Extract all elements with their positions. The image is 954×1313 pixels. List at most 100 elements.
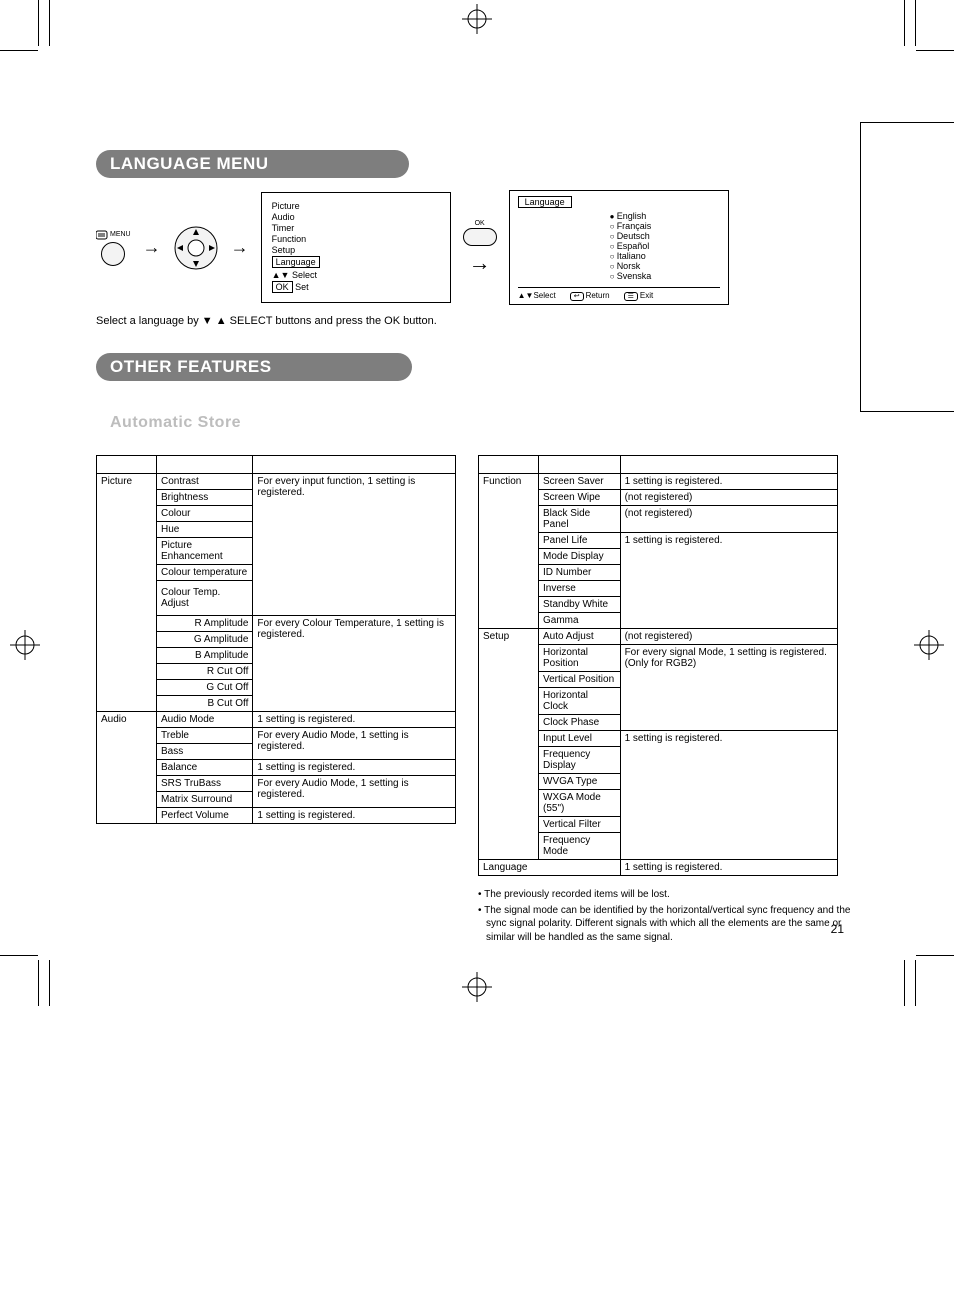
setting-name: Contrast xyxy=(157,474,253,490)
setting-note: 1 setting is registered. xyxy=(253,808,456,824)
osd-language-option: Norsk xyxy=(610,261,720,271)
section-header-language-menu: LANGUAGE MENU xyxy=(96,150,858,178)
setting-name: Frequency Mode xyxy=(539,833,621,860)
crop-mark xyxy=(904,0,916,46)
setting-name: Frequency Display xyxy=(539,747,621,774)
setting-name: Panel Life xyxy=(539,533,621,549)
setting-note: For every Colour Temperature, 1 setting … xyxy=(253,616,456,712)
setting-name: Gamma xyxy=(539,613,621,629)
osd-language-option: Deutsch xyxy=(610,231,720,241)
setting-name: Vertical Filter xyxy=(539,817,621,833)
setting-note: 1 setting is registered. xyxy=(620,860,837,876)
footnote-text: The previously recorded items will be lo… xyxy=(484,889,670,900)
setting-name: Clock Phase xyxy=(539,715,621,731)
footnote: • The signal mode can be identified by t… xyxy=(478,904,858,945)
setting-note: For every Audio Mode, 1 setting is regis… xyxy=(253,728,456,760)
osd-language-option: Español xyxy=(610,241,720,251)
section-title: LANGUAGE MENU xyxy=(110,154,269,173)
category-cell: Setup xyxy=(479,629,539,860)
setting-name: Inverse xyxy=(539,581,621,597)
crop-mark xyxy=(0,50,38,51)
setting-name: Standby White xyxy=(539,597,621,613)
setting-name: Horizontal Position xyxy=(539,645,621,672)
setting-note: (not registered) xyxy=(620,506,837,533)
setting-name: Matrix Surround xyxy=(157,792,253,808)
section-title: OTHER FEATURES xyxy=(110,357,272,376)
osd-language-options: English Français Deutsch Español Italian… xyxy=(610,211,720,281)
osd-main-menu: Picture Audio Timer Function Setup Langu… xyxy=(261,192,451,303)
osd-item: Timer xyxy=(272,223,440,233)
setting-note: 1 setting is registered. xyxy=(620,474,837,490)
setting-name: WVGA Type xyxy=(539,774,621,790)
setting-note: (not registered) xyxy=(620,490,837,506)
arrow-right-icon: → xyxy=(231,237,249,258)
osd-item: Function xyxy=(272,234,440,244)
setting-name: Screen Saver xyxy=(539,474,621,490)
crop-mark xyxy=(916,955,954,956)
osd-item: Picture xyxy=(272,201,440,211)
setting-name: B Amplitude xyxy=(157,648,253,664)
setting-name: Colour temperature xyxy=(157,565,253,581)
setting-name: Screen Wipe xyxy=(539,490,621,506)
exit-icon: ☰ xyxy=(624,292,638,301)
setting-name: Horizontal Clock xyxy=(539,688,621,715)
subsection-header-automatic-store: Automatic Store xyxy=(96,411,381,435)
setting-name: Hue xyxy=(157,522,253,538)
ok-button-icon: OK xyxy=(463,220,497,246)
category-cell: Picture xyxy=(97,474,157,712)
setting-name: SRS TruBass xyxy=(157,776,253,792)
setting-name: Treble xyxy=(157,728,253,744)
crop-mark xyxy=(916,50,954,51)
setting-name: Perfect Volume xyxy=(157,808,253,824)
menu-button-label: MENU xyxy=(110,231,131,238)
category-cell: Language xyxy=(479,860,621,876)
section-header-other-features: OTHER FEATURES xyxy=(96,353,858,381)
arrow-right-icon: → xyxy=(143,237,161,258)
setting-name: G Cut Off xyxy=(157,680,253,696)
footnote-text: The signal mode can be identified by the… xyxy=(484,905,850,943)
registration-mark-icon xyxy=(914,630,944,663)
setting-name: WXGA Mode (55") xyxy=(539,790,621,817)
page-number: 21 xyxy=(831,922,844,936)
settings-table-left: Picture Contrast For every input functio… xyxy=(96,455,456,824)
setting-name: Colour Temp. Adjust xyxy=(157,581,253,616)
setting-name: Auto Adjust xyxy=(539,629,621,645)
setting-name: G Amplitude xyxy=(157,632,253,648)
menu-glyph-icon xyxy=(96,230,108,240)
osd-language-option: English xyxy=(610,211,720,221)
setting-note: (not registered) xyxy=(620,629,837,645)
settings-table-right: Function Screen Saver 1 setting is regis… xyxy=(478,455,838,876)
setting-name: ID Number xyxy=(539,565,621,581)
osd-hint: Select xyxy=(292,270,317,280)
navigation-flow: MENU → → Picture Audio Timer Function Se… xyxy=(96,190,858,305)
crop-mark xyxy=(904,960,916,1006)
setting-note: For every input function, 1 setting is r… xyxy=(253,474,456,616)
ok-button-label: OK xyxy=(475,220,485,227)
osd-language-title: Language xyxy=(518,196,572,208)
footnotes: • The previously recorded items will be … xyxy=(478,888,858,944)
side-tab xyxy=(860,122,954,412)
osd-hint: Set xyxy=(295,282,309,292)
setting-name: Input Level xyxy=(539,731,621,747)
osd-item-selected: Language xyxy=(272,256,320,268)
footer-select: Select xyxy=(533,291,555,300)
updown-icon: ▲▼ xyxy=(272,270,290,280)
osd-item: Setup xyxy=(272,245,440,255)
category-cell: Function xyxy=(479,474,539,629)
setting-note: For every signal Mode, 1 setting is regi… xyxy=(620,645,837,731)
setting-name: R Amplitude xyxy=(157,616,253,632)
footer-exit: Exit xyxy=(640,291,653,300)
setting-name: Bass xyxy=(157,744,253,760)
setting-name: R Cut Off xyxy=(157,664,253,680)
osd-language-option: Français xyxy=(610,221,720,231)
registration-mark-icon xyxy=(462,4,492,34)
registration-mark-icon xyxy=(10,630,40,663)
setting-note: 1 setting is registered. xyxy=(253,712,456,728)
setting-note: 1 setting is registered. xyxy=(620,731,837,860)
return-icon: ↩ xyxy=(570,292,584,301)
footnote: • The previously recorded items will be … xyxy=(478,888,858,902)
setting-name: Picture Enhancement xyxy=(157,538,253,565)
footer-return: Return xyxy=(586,291,610,300)
setting-name: Vertical Position xyxy=(539,672,621,688)
dpad-icon xyxy=(173,225,219,271)
